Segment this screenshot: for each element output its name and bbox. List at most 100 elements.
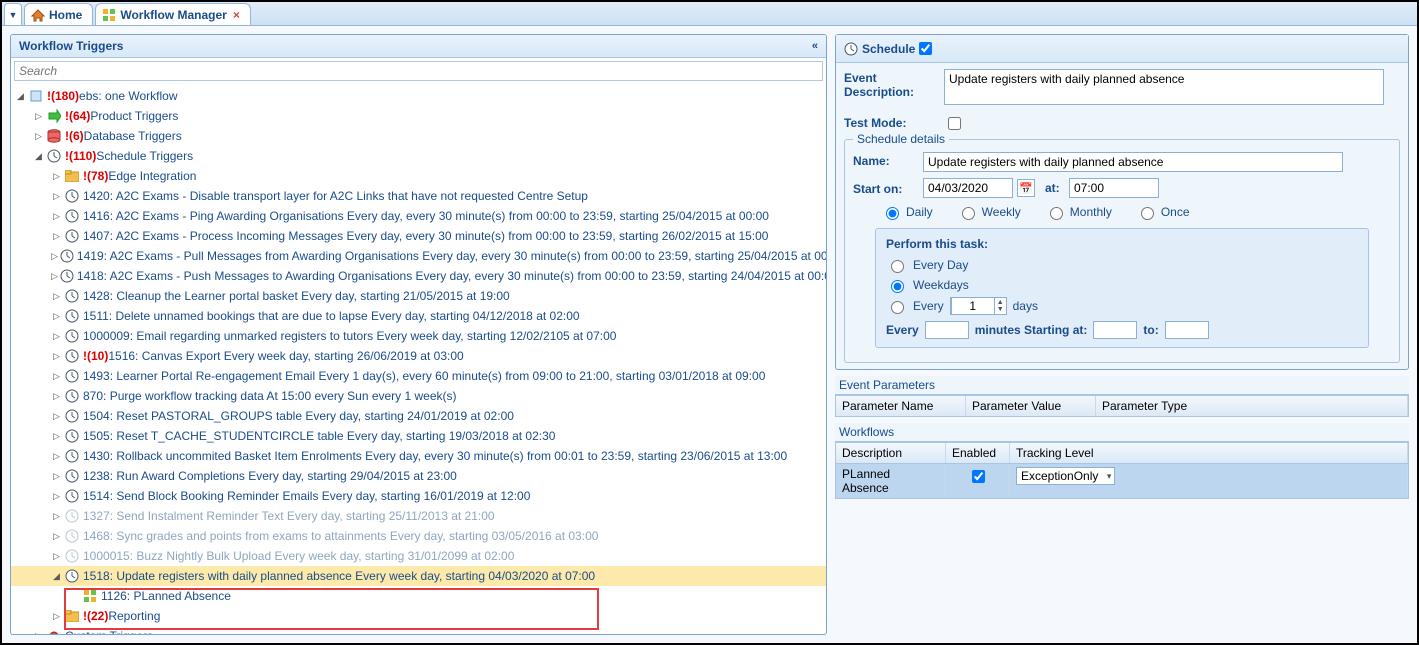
- tree-database-triggers[interactable]: ▷!(6)Database Triggers: [11, 126, 826, 146]
- tree-schedule-item[interactable]: ▷1430: Rollback uncommited Basket Item E…: [11, 446, 826, 466]
- tab-workflow-manager[interactable]: Workflow Manager ×: [95, 3, 250, 25]
- tree-schedule-item-disabled[interactable]: ▷1000015: Buzz Nightly Bulk Upload Every…: [11, 546, 826, 566]
- tree-item-label: 1518: Update registers with daily planne…: [83, 569, 595, 583]
- task-weekdays[interactable]: Weekdays: [886, 277, 1358, 293]
- expander-icon[interactable]: ◢: [15, 91, 26, 102]
- freq-monthly[interactable]: Monthly: [1045, 204, 1112, 220]
- col-tracking[interactable]: Tracking Level: [1010, 443, 1408, 463]
- col-desc[interactable]: Description: [836, 443, 946, 463]
- expander-icon[interactable]: [69, 591, 80, 602]
- tree-item-label: 1418: A2C Exams - Push Messages to Award…: [77, 269, 826, 283]
- tree-schedule-item[interactable]: ▷ 1418: A2C Exams - Push Messages to Awar…: [11, 266, 826, 286]
- wf-enabled-checkbox[interactable]: [972, 470, 985, 483]
- task-every-n[interactable]: Every ▲▼ days: [886, 297, 1358, 315]
- expander-icon[interactable]: ▷: [51, 511, 62, 522]
- expander-icon[interactable]: ▷: [51, 211, 62, 222]
- workflow-row[interactable]: PLanned Absence ExceptionOnly: [835, 464, 1409, 499]
- tab-close-icon[interactable]: ×: [233, 8, 240, 22]
- tree-edge-integration[interactable]: ▷!(78)Edge Integration: [11, 166, 826, 186]
- tree-schedule-item[interactable]: ▷1504: Reset PASTORAL_GROUPS table Every…: [11, 406, 826, 426]
- expander-icon[interactable]: ▷: [33, 111, 44, 122]
- event-params-header: Parameter Name Parameter Value Parameter…: [835, 395, 1409, 417]
- tree-reporting[interactable]: ▷!(22)Reporting: [11, 606, 826, 626]
- expander-icon[interactable]: ▷: [51, 351, 62, 362]
- freq-weekly[interactable]: Weekly: [957, 204, 1021, 220]
- calendar-icon[interactable]: 📅: [1017, 179, 1035, 197]
- tree-schedule-item[interactable]: ▷1238: Run Award Completions Every day, …: [11, 466, 826, 486]
- schedule-panel: Schedule Event Description: Update regis…: [835, 34, 1409, 370]
- expander-icon[interactable]: ▷: [51, 311, 62, 322]
- count-badge: !(6): [65, 129, 84, 143]
- col-param-type[interactable]: Parameter Type: [1096, 396, 1408, 416]
- clock-icon: [64, 228, 80, 244]
- col-enabled[interactable]: Enabled: [946, 443, 1010, 463]
- test-mode-checkbox[interactable]: [948, 117, 961, 130]
- days-spinner[interactable]: ▲▼: [950, 297, 1007, 315]
- minutes-input[interactable]: [925, 321, 969, 339]
- tree-schedule-item[interactable]: ▷1505: Reset T_CACHE_STUDENTCIRCLE table…: [11, 426, 826, 446]
- to-input[interactable]: [1165, 321, 1209, 339]
- expander-icon[interactable]: ▷: [51, 291, 62, 302]
- starting-at-input[interactable]: [1093, 321, 1137, 339]
- tree-schedule-item-disabled[interactable]: ▷1327: Send Instalment Reminder Text Eve…: [11, 506, 826, 526]
- expander-icon[interactable]: ◢: [33, 151, 44, 162]
- tree-root[interactable]: ◢!(180)ebs: one Workflow: [11, 86, 826, 106]
- expander-icon[interactable]: ▷: [33, 131, 44, 142]
- tree-schedule-item[interactable]: ▷1428: Cleanup the Learner portal basket…: [11, 286, 826, 306]
- expander-icon[interactable]: ▷: [51, 191, 62, 202]
- tree-product-triggers[interactable]: ▷!(64)Product Triggers: [11, 106, 826, 126]
- expander-icon[interactable]: ▷: [51, 411, 62, 422]
- tree-selected-item[interactable]: ◢ 1518: Update registers with daily plann…: [11, 566, 826, 586]
- task-every-day[interactable]: Every Day: [886, 257, 1358, 273]
- expander-icon[interactable]: ▷: [51, 491, 62, 502]
- expander-icon[interactable]: ▷: [51, 471, 62, 482]
- freq-once[interactable]: Once: [1136, 204, 1190, 220]
- arrow-icon: [46, 108, 62, 124]
- expander-icon[interactable]: ▷: [51, 551, 62, 562]
- tree-planned-absence[interactable]: 1126: PLanned Absence: [11, 586, 826, 606]
- tree-schedule-item[interactable]: ▷1419: A2C Exams - Pull Messages from Aw…: [11, 246, 826, 266]
- collapse-left-icon[interactable]: «: [812, 40, 818, 52]
- expander-icon[interactable]: ▷: [51, 171, 62, 182]
- clock-icon: [46, 148, 62, 164]
- tree-custom-triggers[interactable]: ▷Custom Triggers: [11, 626, 826, 634]
- schedule-enabled-checkbox[interactable]: [919, 42, 932, 55]
- tree-canvas-export[interactable]: ▷!(10)1516: Canvas Export Every week day…: [11, 346, 826, 366]
- at-input[interactable]: [1069, 178, 1159, 198]
- tab-home[interactable]: Home: [24, 3, 93, 25]
- expander-icon[interactable]: ▷: [51, 271, 58, 282]
- tree-schedule-item[interactable]: ▷1407: A2C Exams - Process Incoming Mess…: [11, 226, 826, 246]
- freq-daily[interactable]: Daily: [881, 204, 933, 220]
- tree-schedule-item-disabled[interactable]: ▷1468: Sync grades and points from exams…: [11, 526, 826, 546]
- expander-icon[interactable]: ▷: [51, 531, 62, 542]
- expander-icon[interactable]: ▷: [51, 251, 58, 262]
- tree-schedule-triggers[interactable]: ◢!(110)Schedule Triggers: [11, 146, 826, 166]
- expander-icon[interactable]: ▷: [51, 451, 62, 462]
- tree-schedule-item[interactable]: ▷1514: Send Block Booking Reminder Email…: [11, 486, 826, 506]
- tab-dropdown[interactable]: ▼: [4, 3, 22, 25]
- expander-icon[interactable]: ▷: [51, 331, 62, 342]
- expander-icon[interactable]: ▷: [51, 611, 62, 622]
- col-param-value[interactable]: Parameter Value: [966, 396, 1096, 416]
- schedule-details-fieldset: Schedule details Name: Start on: 📅 at:: [844, 139, 1400, 363]
- tree-schedule-item[interactable]: ▷1000009: Email regarding unmarked regis…: [11, 326, 826, 346]
- triggers-tree[interactable]: ◢!(180)ebs: one Workflow▷!(64)Product Tr…: [11, 84, 826, 634]
- wf-tracking-combo[interactable]: ExceptionOnly: [1016, 467, 1115, 485]
- col-param-name[interactable]: Parameter Name: [836, 396, 966, 416]
- workflow-icon: [102, 8, 116, 22]
- expander-icon[interactable]: ▷: [51, 391, 62, 402]
- tree-schedule-item[interactable]: ▷1511: Delete unnamed bookings that are …: [11, 306, 826, 326]
- tree-schedule-item[interactable]: ▷1493: Learner Portal Re-engagement Emai…: [11, 366, 826, 386]
- expander-icon[interactable]: ◢: [51, 571, 62, 582]
- name-input[interactable]: [923, 152, 1343, 172]
- expander-icon[interactable]: ▷: [51, 431, 62, 442]
- tree-schedule-item[interactable]: ▷870: Purge workflow tracking data At 15…: [11, 386, 826, 406]
- tree-schedule-item[interactable]: ▷1416: A2C Exams - Ping Awarding Organis…: [11, 206, 826, 226]
- expander-icon[interactable]: ▷: [51, 231, 62, 242]
- tree-schedule-item[interactable]: ▷1420: A2C Exams - Disable transport lay…: [11, 186, 826, 206]
- start-on-input[interactable]: [923, 178, 1013, 198]
- expander-icon[interactable]: ▷: [51, 371, 62, 382]
- expander-icon[interactable]: ▷: [33, 631, 44, 635]
- event-desc-input[interactable]: Update registers with daily planned abse…: [944, 69, 1384, 105]
- search-input[interactable]: [15, 62, 822, 80]
